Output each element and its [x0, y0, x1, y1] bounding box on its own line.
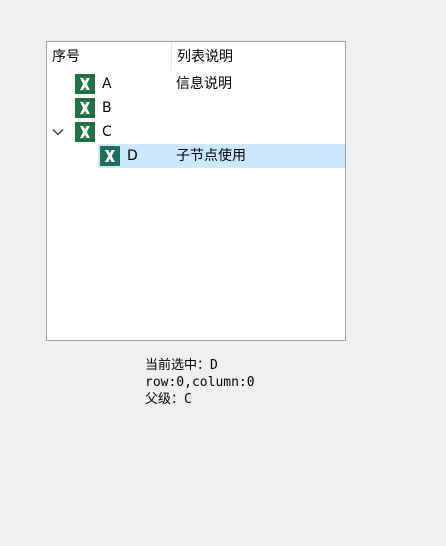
selection-info: 当前选中：D row:0,column:0 父级：C — [145, 357, 255, 408]
column-header-description[interactable]: 列表说明 — [177, 42, 233, 71]
column-separator[interactable] — [171, 42, 172, 71]
tree-item-d[interactable]: D 子节点使用 — [47, 144, 345, 168]
tree-view[interactable]: 序号 列表说明 A 信息说明 B C D 子节点使用 — [46, 41, 346, 341]
tree-item-label: D — [127, 148, 138, 164]
tree-item-b[interactable]: B — [47, 96, 345, 120]
tree-item-label: C — [102, 124, 112, 140]
tree-item-label: B — [102, 100, 112, 116]
chevron-down-icon[interactable] — [51, 125, 65, 139]
excel-icon — [100, 146, 120, 166]
excel-icon — [75, 98, 95, 118]
tree-item-a[interactable]: A 信息说明 — [47, 72, 345, 96]
tree-item-description: 信息说明 — [176, 76, 232, 92]
parent-text: 父级：C — [145, 392, 192, 407]
column-header-index[interactable]: 序号 — [52, 42, 80, 71]
tree-item-c[interactable]: C — [47, 120, 345, 144]
excel-icon — [75, 122, 95, 142]
excel-icon — [75, 74, 95, 94]
tree-item-label: A — [102, 76, 112, 92]
tree-item-description: 子节点使用 — [176, 148, 246, 164]
tree-header: 序号 列表说明 — [47, 42, 345, 71]
position-text: row:0,column:0 — [145, 375, 255, 390]
current-selection-text: 当前选中：D — [145, 358, 218, 373]
